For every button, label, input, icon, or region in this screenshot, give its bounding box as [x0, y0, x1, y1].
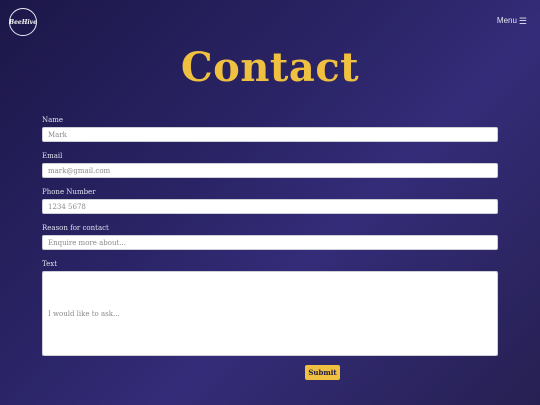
- reason-label: Reason for contact: [42, 224, 109, 232]
- page-title: Contact: [180, 44, 360, 91]
- name-input[interactable]: [42, 127, 498, 142]
- phone-label: Phone Number: [42, 188, 96, 196]
- text-area[interactable]: [42, 271, 498, 356]
- menu-button[interactable]: Menu ☰: [497, 16, 527, 25]
- hamburger-icon: ☰: [518, 15, 527, 26]
- phone-input[interactable]: [42, 199, 498, 214]
- site-logo[interactable]: BeeHive: [9, 8, 37, 36]
- menu-label: Menu: [496, 16, 517, 25]
- contact-form: Name Email Phone Number Reason for conta…: [42, 114, 498, 380]
- email-label: Email: [42, 152, 63, 160]
- text-label: Text: [42, 260, 58, 268]
- reason-input[interactable]: [42, 235, 498, 250]
- submit-button[interactable]: Submit: [305, 365, 340, 380]
- email-input[interactable]: [42, 163, 498, 178]
- logo-text: BeeHive: [9, 18, 37, 26]
- name-label: Name: [42, 116, 64, 124]
